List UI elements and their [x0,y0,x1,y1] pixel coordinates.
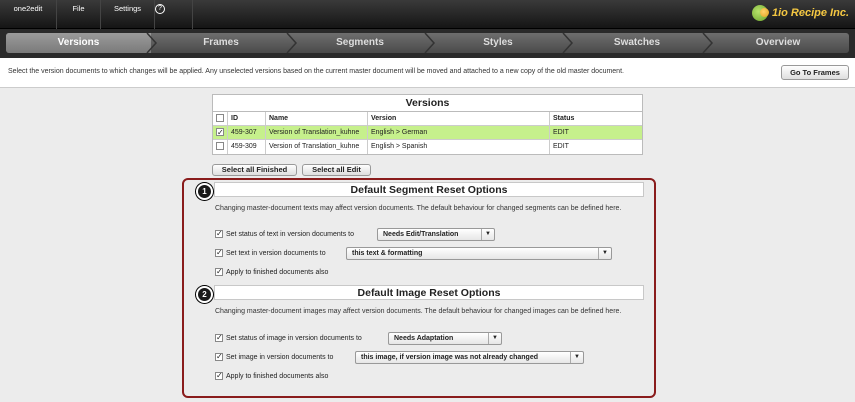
step-overview[interactable]: Overview [707,33,849,53]
row-checkbox[interactable] [216,126,224,140]
image-options-title: Default Image Reset Options [214,285,644,300]
select-all-cell[interactable] [213,112,228,126]
row-id: 459-307 [228,126,266,140]
image-status-select[interactable]: Needs Adaptation ▼ [388,332,502,345]
segment-options-title: Default Segment Reset Options [214,182,644,197]
table-row[interactable]: 459-309 Version of Translation_kuhne Eng… [213,140,642,154]
row-version: English > German [368,126,550,140]
top-menu-bar: one2edit File Settings ? 1io Recipe Inc. [0,0,855,29]
row-version: English > Spanish [368,140,550,154]
chevron-down-icon: ▼ [481,229,494,240]
row-status: EDIT [553,143,569,150]
segment-options-description: Changing master-document texts may affec… [215,205,622,212]
chevron-right-icon [286,33,298,53]
row-checkbox[interactable] [216,141,224,150]
select-all-checkbox[interactable] [216,113,224,122]
segment-text-option: Set text in version documents to [215,247,326,259]
image-options-description: Changing master-document images may affe… [215,308,622,315]
row-name: Version of Translation_kuhne [266,126,368,140]
step-versions[interactable]: Versions [6,33,151,53]
segment-status-checkbox[interactable] [215,228,223,239]
segment-status-value: Needs Edit/Translation [383,231,459,238]
image-set-value: this image, if version image was not alr… [361,354,538,361]
column-version[interactable]: Version [368,112,550,126]
row-name: Version of Translation_kuhne [266,140,368,154]
step-styles[interactable]: Styles [429,33,567,53]
step-bar: Versions Frames Segments Styles Swatches… [6,33,849,53]
instruction-text: Select the version documents to which ch… [8,68,624,75]
brand-logo: 1io Recipe Inc. [751,4,849,22]
segment-text-label: Set text in version documents to [226,250,326,257]
segment-status-select[interactable]: Needs Edit/Translation ▼ [377,228,495,241]
menu-one2edit[interactable]: one2edit [0,0,57,29]
step-frames[interactable]: Frames [151,33,291,53]
select-all-edit-button[interactable]: Select all Edit [302,164,371,176]
image-set-label: Set image in version documents to [226,354,334,361]
step-swatches[interactable]: Swatches [567,33,707,53]
column-name[interactable]: Name [266,112,368,126]
reset-options-panel: Default Segment Reset Options 1 Changing… [182,178,656,398]
segment-apply-option: Apply to finished documents also [215,266,329,278]
image-status-option: Set status of image in version documents… [215,332,362,344]
segment-status-label: Set status of text in version documents … [226,231,355,238]
image-apply-option: Apply to finished documents also [215,370,329,382]
step-navigation: Versions Frames Segments Styles Swatches… [0,29,855,58]
chevron-right-icon [702,33,714,53]
image-status-label: Set status of image in version documents… [226,335,362,342]
versions-table: Versions ID Name Version Status 459-307 … [212,94,643,155]
segment-text-checkbox[interactable] [215,247,223,258]
chevron-right-icon [146,33,158,53]
chevron-right-icon [562,33,574,53]
instruction-bar: Select the version documents to which ch… [0,58,855,88]
image-set-checkbox[interactable] [215,351,223,362]
menu-help[interactable]: ? [155,0,193,29]
segment-apply-label: Apply to finished documents also [226,269,329,276]
image-status-checkbox[interactable] [215,332,223,343]
step-badge-2: 2 [196,286,213,303]
step-badge-1: 1 [196,183,213,200]
select-all-finished-button[interactable]: Select all Finished [212,164,297,176]
help-icon: ? [155,4,165,14]
chevron-down-icon: ▼ [598,248,611,259]
brand-name: 1io Recipe Inc. [771,7,849,19]
image-apply-label: Apply to finished documents also [226,373,329,380]
column-id[interactable]: ID [228,112,266,126]
segment-text-select[interactable]: this text & formatting ▼ [346,247,612,260]
segment-text-value: this text & formatting [352,250,423,257]
recipe-logo-icon [751,5,769,21]
step-segments[interactable]: Segments [291,33,429,53]
versions-table-title: Versions [213,95,642,112]
chevron-right-icon [424,33,436,53]
chevron-down-icon: ▼ [570,352,583,363]
table-header-row: ID Name Version Status [213,112,642,126]
image-set-select[interactable]: this image, if version image was not alr… [355,351,584,364]
segment-status-option: Set status of text in version documents … [215,228,355,240]
table-row[interactable]: 459-307 Version of Translation_kuhne Eng… [213,126,642,140]
row-id: 459-309 [228,140,266,154]
chevron-down-icon: ▼ [488,333,501,344]
row-status: EDIT [553,129,569,136]
image-status-value: Needs Adaptation [394,335,454,342]
image-apply-checkbox[interactable] [215,370,223,381]
go-to-frames-button[interactable]: Go To Frames [781,65,849,80]
column-status[interactable]: Status [550,112,642,126]
image-set-option: Set image in version documents to [215,351,334,363]
segment-apply-checkbox[interactable] [215,266,223,277]
menu-file[interactable]: File [57,0,101,29]
menu-settings[interactable]: Settings [101,0,155,29]
